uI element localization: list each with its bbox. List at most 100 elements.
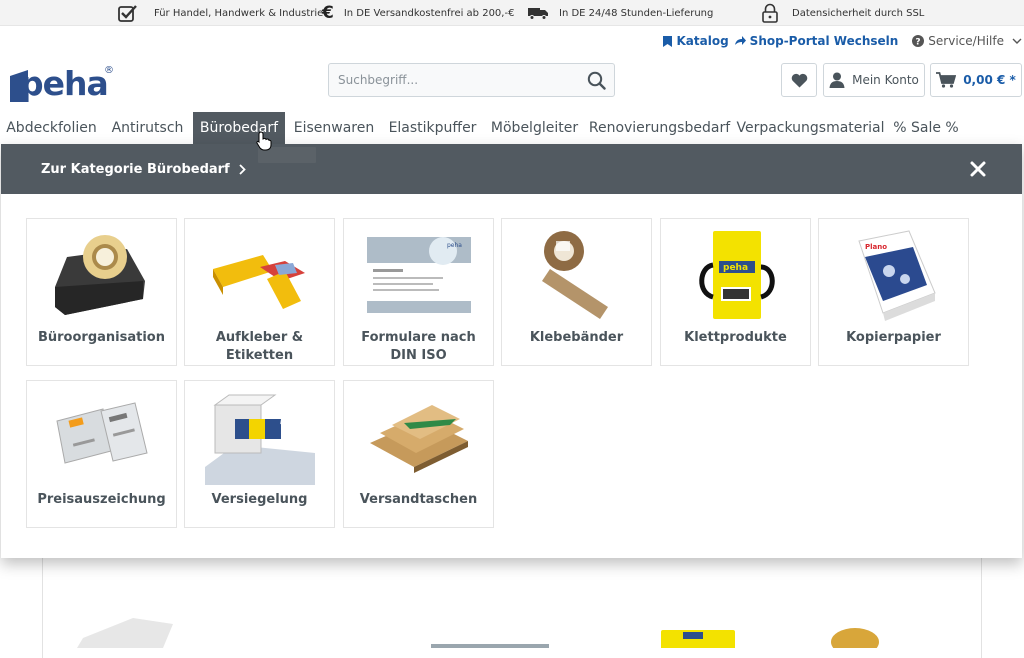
peha-logo: peha ® [10, 64, 114, 103]
category-label: Kopierpapier [846, 330, 941, 345]
nav-label: % Sale % [893, 120, 959, 136]
main-navigation: Abdeckfolien Antirutsch Bürobedarf Eisen… [0, 112, 1024, 144]
nav-item-sale[interactable]: % Sale % [888, 112, 964, 144]
usp-bar: Für Handel, Handwerk & Industrie € In DE… [0, 0, 1024, 26]
close-icon[interactable] [968, 159, 988, 179]
service-help-dropdown[interactable]: ? Service/Hilfe [912, 34, 1022, 48]
service-menu: Katalog Shop-Portal Wechseln ? Service/H… [649, 32, 1024, 50]
nav-label: Renovierungsbedarf [588, 120, 731, 136]
category-label: Versiegelung [211, 492, 308, 507]
search-icon [587, 71, 606, 90]
shop-logo[interactable]: peha ® [10, 62, 116, 106]
search-button[interactable] [578, 64, 614, 96]
share-arrow-icon [734, 36, 746, 45]
usp-text: Datensicherheit durch SSL [792, 7, 925, 19]
chevron-right-icon [239, 163, 246, 175]
copy-paper-image: Plano [819, 225, 968, 325]
nav-label: Möbelgleiter [490, 120, 579, 136]
chevron-down-icon [1012, 38, 1022, 44]
nav-item-antirutsch[interactable]: Antirutsch [103, 112, 192, 144]
lock-icon [762, 3, 778, 23]
category-label: Versandtaschen [359, 492, 478, 507]
price-labels-image [27, 387, 176, 487]
catalog-link[interactable]: Katalog [663, 34, 729, 48]
category-tile[interactable]: Versandtaschen [343, 380, 494, 528]
usp-item: In DE 24/48 Stunden-Lieferung [528, 0, 713, 26]
category-tile[interactable]: Versiegelung [184, 380, 335, 528]
nav-label: Abdeckfolien [6, 120, 97, 136]
velcro-product-image: peha [661, 225, 810, 325]
service-help-label: Service/Hilfe [928, 34, 1004, 48]
flyout-header: Zur Kategorie Bürobedarf [1, 144, 1022, 194]
product-image [77, 618, 173, 648]
category-label: Formulare nach DIN ISO [361, 330, 476, 363]
category-label: Klebebänder [529, 330, 624, 345]
labels-image [185, 225, 334, 325]
nav-item-moebelgleiter[interactable]: Möbelgleiter [484, 112, 585, 144]
usp-item: Datensicherheit durch SSL [762, 0, 924, 26]
product-thumbnails [77, 618, 879, 656]
shipping-envelopes-image [344, 387, 493, 487]
question-circle-icon: ? [912, 35, 925, 48]
euro-icon: € [322, 3, 334, 23]
svg-text:Plano: Plano [865, 243, 887, 251]
category-tile[interactable]: Plano Kopierpapier [818, 218, 969, 366]
svg-text:®: ® [104, 65, 114, 76]
catalog-label: Katalog [676, 34, 729, 48]
account-button[interactable]: Mein Konto [823, 63, 925, 97]
nav-label: Antirutsch [111, 120, 184, 136]
nav-item-verpackungsmaterial[interactable]: Verpackungsmaterial [734, 112, 887, 144]
nav-item-renovierungsbedarf[interactable]: Renovierungsbedarf [586, 112, 733, 144]
usp-text: Für Handel, Handwerk & Industrie [154, 7, 324, 19]
category-tile[interactable]: Preisauszeichung [26, 380, 177, 528]
flyout-category-link[interactable]: Zur Kategorie Bürobedarf [41, 162, 230, 177]
heart-icon [791, 73, 807, 87]
product-image [683, 632, 703, 639]
product-listing-area [42, 558, 982, 658]
svg-text:peha: peha [20, 64, 108, 103]
nav-item-eisenwaren[interactable]: Eisenwaren [287, 112, 381, 144]
cart-total: 0,00 € * [963, 73, 1016, 87]
search-input[interactable] [329, 64, 578, 96]
shop-portal-link[interactable]: Shop-Portal Wechseln [734, 34, 899, 48]
category-flyout: Zur Kategorie Bürobedarf Büroorganisatio… [1, 144, 1022, 558]
svg-text:?: ? [916, 38, 921, 48]
category-label: Büroorganisation [37, 330, 165, 345]
svg-text:peha: peha [447, 242, 462, 249]
shop-portal-label: Shop-Portal Wechseln [749, 34, 899, 48]
hand-cursor-icon [256, 131, 272, 151]
svg-text:peha: peha [723, 263, 748, 273]
category-tile[interactable]: peha Formulare nach DIN ISO [343, 218, 494, 366]
tape-dispenser-image [27, 225, 176, 325]
search-box [328, 63, 615, 97]
usp-item: € In DE Versandkostenfrei ab 200,-€ [322, 0, 514, 26]
usp-text: In DE Versandkostenfrei ab 200,-€ [343, 7, 515, 19]
nav-label: Eisenwaren [293, 120, 375, 136]
adhesive-tape-image [502, 225, 651, 325]
product-image [831, 628, 879, 656]
bookmark-icon [663, 35, 673, 47]
forms-image: peha [344, 225, 493, 325]
wishlist-button[interactable] [781, 63, 817, 97]
seal-tape-image [185, 387, 334, 487]
truck-icon [528, 7, 548, 20]
category-label: Klettprodukte [684, 330, 787, 345]
usp-text: In DE 24/48 Stunden-Lieferung [559, 7, 714, 19]
category-label: Aufkleber & Etiketten [215, 330, 304, 363]
usp-item: Für Handel, Handwerk & Industrie [118, 0, 323, 26]
category-tile[interactable]: Aufkleber & Etiketten [184, 218, 335, 366]
category-tile[interactable]: Klebebänder [501, 218, 652, 366]
category-label: Preisauszeichung [37, 492, 166, 507]
account-label: Mein Konto [852, 73, 919, 87]
nav-item-elastikpuffer[interactable]: Elastikpuffer [383, 112, 482, 144]
nav-label: Verpackungsmaterial [736, 120, 885, 136]
category-tile[interactable]: Büroorganisation [26, 218, 177, 366]
product-image [431, 644, 549, 650]
user-icon [829, 72, 845, 88]
category-tile[interactable]: peha Klettprodukte [660, 218, 811, 366]
checkbox-check-icon [118, 5, 137, 22]
nav-item-abdeckfolien[interactable]: Abdeckfolien [0, 112, 103, 144]
cart-button[interactable]: 0,00 € * [930, 63, 1022, 97]
nav-label: Elastikpuffer [388, 120, 477, 136]
cart-icon [936, 72, 957, 88]
